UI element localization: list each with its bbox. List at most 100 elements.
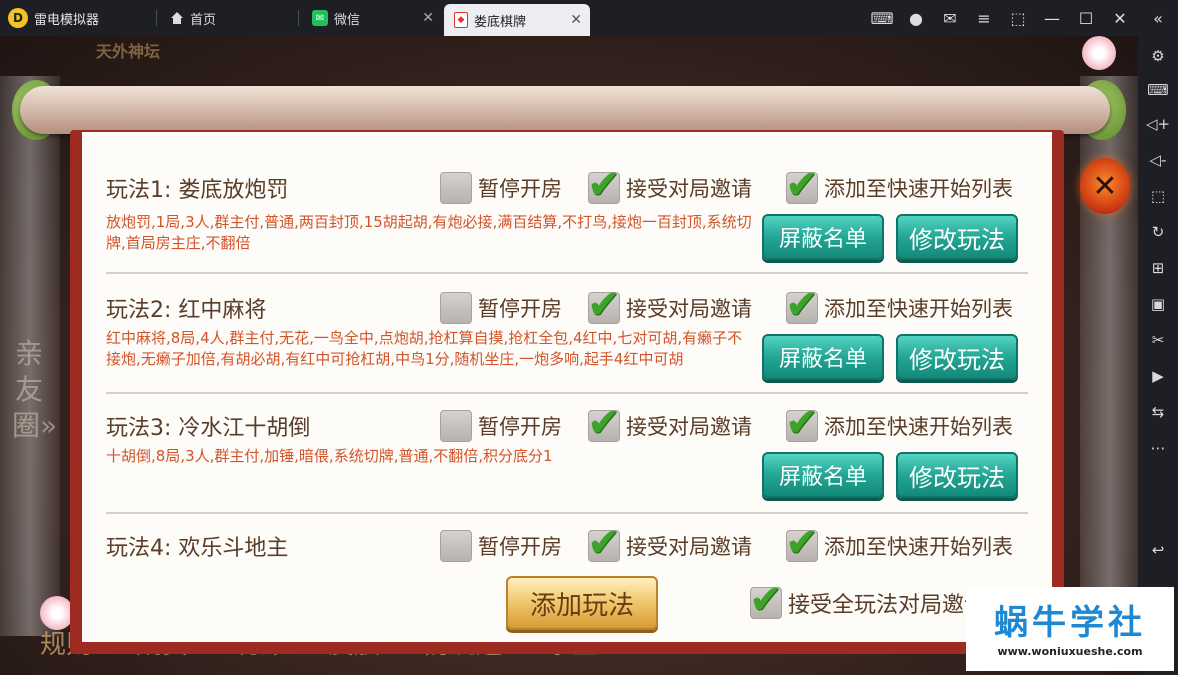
modify-rule-button[interactable]: 修改玩法: [896, 334, 1018, 380]
accept-checkbox[interactable]: ✔: [587, 403, 621, 443]
screenshot-icon[interactable]: ⬚: [1144, 182, 1172, 210]
blossom-decoration: [40, 596, 74, 630]
pause-checkbox[interactable]: [440, 410, 472, 442]
pause-checkbox[interactable]: [440, 530, 472, 562]
game-viewport: 天外神坛 亲友圈» 规则 成员 统计 皮肤 防沉迷 乐豆 玩法1: 娄底放炮罚 …: [0, 36, 1138, 675]
rule-title: 玩法2: 红中麻将: [106, 298, 267, 323]
tab-label: 微信: [334, 12, 361, 28]
tab-close-icon[interactable]: ✕: [570, 12, 582, 28]
quick-label: 添加至快速开始列表: [824, 177, 1013, 201]
checkmark-icon: ✔: [785, 162, 819, 208]
volume-up-icon[interactable]: ◁+: [1144, 110, 1172, 138]
accept-option[interactable]: ✔ 接受对局邀请: [587, 530, 752, 562]
pause-checkbox[interactable]: [440, 172, 472, 204]
emulator-title-bar: D 雷电模拟器 首页 ✉ 微信 ✕ ◆ 娄底棋牌 ✕ ⌨ ● ✉ ≡ ⬚ — ☐…: [0, 0, 1178, 36]
pause-option[interactable]: 暂停开房: [440, 410, 562, 442]
tab-separator: [156, 10, 157, 26]
accept-all-checkbox[interactable]: ✔: [749, 580, 783, 620]
quick-option[interactable]: ✔ 添加至快速开始列表: [785, 530, 1013, 562]
accept-all-option[interactable]: ✔ 接受全玩法对局邀请: [749, 580, 987, 620]
block-list-button[interactable]: 屏蔽名单: [762, 214, 884, 260]
close-window-icon[interactable]: ✕: [1104, 0, 1136, 36]
divider: [106, 392, 1028, 394]
rule-item: 玩法4: 欢乐斗地主 暂停开房 ✔ 接受对局邀请 ✔ 添加至快速开始列表: [106, 530, 1028, 562]
checkmark-icon: ✔: [785, 282, 819, 328]
collapse-sidebar-icon[interactable]: «: [1142, 0, 1174, 36]
add-app-icon[interactable]: ⊞: [1144, 254, 1172, 282]
accept-checkbox[interactable]: ✔: [587, 530, 621, 562]
accept-label: 接受对局邀请: [626, 415, 752, 439]
pause-label: 暂停开房: [478, 297, 562, 321]
rule-description: 红中麻将,8局,4人,群主付,无花,一鸟全中,点炮胡,抢杠算自摸,抢杠全包,4红…: [106, 329, 743, 368]
game-icon: ◆: [454, 12, 468, 28]
pin-icon[interactable]: ⬚: [1002, 0, 1034, 36]
divider: [106, 512, 1028, 514]
divider: [106, 272, 1028, 274]
tab-wechat[interactable]: ✉ 微信 ✕: [302, 4, 442, 32]
minimize-icon[interactable]: —: [1036, 0, 1068, 36]
accept-option[interactable]: ✔ 接受对局邀请: [587, 165, 752, 205]
pause-label: 暂停开房: [478, 177, 562, 201]
pause-option[interactable]: 暂停开房: [440, 530, 562, 562]
quick-checkbox[interactable]: ✔: [785, 530, 819, 562]
pause-option[interactable]: 暂停开房: [440, 172, 562, 204]
scroll-rod: [20, 86, 1110, 134]
quick-checkbox[interactable]: ✔: [785, 165, 819, 205]
accept-label: 接受对局邀请: [626, 535, 752, 559]
rule-title: 玩法1: 娄底放炮罚: [106, 178, 289, 203]
quick-label: 添加至快速开始列表: [824, 415, 1013, 439]
accept-checkbox[interactable]: ✔: [587, 285, 621, 325]
accept-all-label: 接受全玩法对局邀请: [788, 593, 987, 618]
record-icon[interactable]: ▶: [1144, 362, 1172, 390]
pause-label: 暂停开房: [478, 535, 562, 559]
checkmark-icon: ✔: [785, 400, 819, 446]
close-panel-button[interactable]: ✕: [1080, 158, 1130, 214]
accept-label: 接受对局邀请: [626, 177, 752, 201]
watermark-url: www.woniuxueshe.com: [997, 645, 1143, 658]
scissors-icon[interactable]: ✂: [1144, 326, 1172, 354]
tab-label: 娄底棋牌: [474, 14, 527, 30]
emulator-logo-icon: D: [8, 8, 28, 28]
block-list-button[interactable]: 屏蔽名单: [762, 334, 884, 380]
pause-checkbox[interactable]: [440, 292, 472, 324]
modify-rule-button[interactable]: 修改玩法: [896, 214, 1018, 260]
tab-label: 首页: [190, 12, 217, 28]
tab-close-icon[interactable]: ✕: [422, 10, 434, 26]
keyboard-icon[interactable]: ⌨: [1144, 76, 1172, 104]
user-icon[interactable]: ●: [900, 0, 932, 36]
maximize-icon[interactable]: ☐: [1070, 0, 1102, 36]
quick-option[interactable]: ✔ 添加至快速开始列表: [785, 165, 1013, 205]
quick-checkbox[interactable]: ✔: [785, 403, 819, 443]
checkmark-icon: ✔: [587, 282, 621, 328]
quick-checkbox[interactable]: ✔: [785, 285, 819, 325]
sync-icon[interactable]: ⇆: [1144, 398, 1172, 426]
quick-option[interactable]: ✔ 添加至快速开始列表: [785, 285, 1013, 325]
pause-option[interactable]: 暂停开房: [440, 292, 562, 324]
accept-option[interactable]: ✔ 接受对局邀请: [587, 285, 752, 325]
tab-game[interactable]: ◆ 娄底棋牌 ✕: [444, 4, 590, 36]
volume-down-icon[interactable]: ◁-: [1144, 146, 1172, 174]
menu-icon[interactable]: ≡: [968, 0, 1000, 36]
quick-option[interactable]: ✔ 添加至快速开始列表: [785, 403, 1013, 443]
emulator-sidebar: ⚙ ⌨ ◁+ ◁- ⬚ ↻ ⊞ ▣ ✂ ▶ ⇆ ⋯ ↩: [1138, 36, 1178, 675]
back-icon[interactable]: ↩: [1144, 536, 1172, 564]
rotate-icon[interactable]: ↻: [1144, 218, 1172, 246]
checkmark-icon: ✔: [587, 400, 621, 446]
add-rule-button[interactable]: 添加玩法: [506, 576, 658, 630]
more-icon[interactable]: ⋯: [1144, 434, 1172, 462]
accept-option[interactable]: ✔ 接受对局邀请: [587, 403, 752, 443]
settings-icon[interactable]: ⚙: [1144, 42, 1172, 70]
friends-circle-tab[interactable]: 亲友圈»: [12, 336, 57, 444]
block-list-button[interactable]: 屏蔽名单: [762, 452, 884, 498]
watermark: 蜗牛学社 www.woniuxueshe.com: [966, 587, 1174, 671]
mail-icon[interactable]: ✉: [934, 0, 966, 36]
rule-description: 放炮罚,1局,3人,群主付,普通,两百封顶,15胡起胡,有炮必接,满百结算,不打…: [106, 213, 752, 252]
accept-checkbox[interactable]: ✔: [587, 165, 621, 205]
gamepad-icon[interactable]: ⌨: [866, 0, 898, 36]
rule-title: 玩法3: 冷水江十胡倒: [106, 416, 311, 441]
checkmark-icon: ✔: [587, 530, 621, 562]
tab-home[interactable]: 首页: [160, 4, 296, 32]
modify-rule-button[interactable]: 修改玩法: [896, 452, 1018, 498]
apk-icon[interactable]: ▣: [1144, 290, 1172, 318]
rules-list: 玩法1: 娄底放炮罚 暂停开房 ✔ 接受对局邀请 ✔ 添加至快速开始列表 放炮罚…: [82, 132, 1052, 642]
